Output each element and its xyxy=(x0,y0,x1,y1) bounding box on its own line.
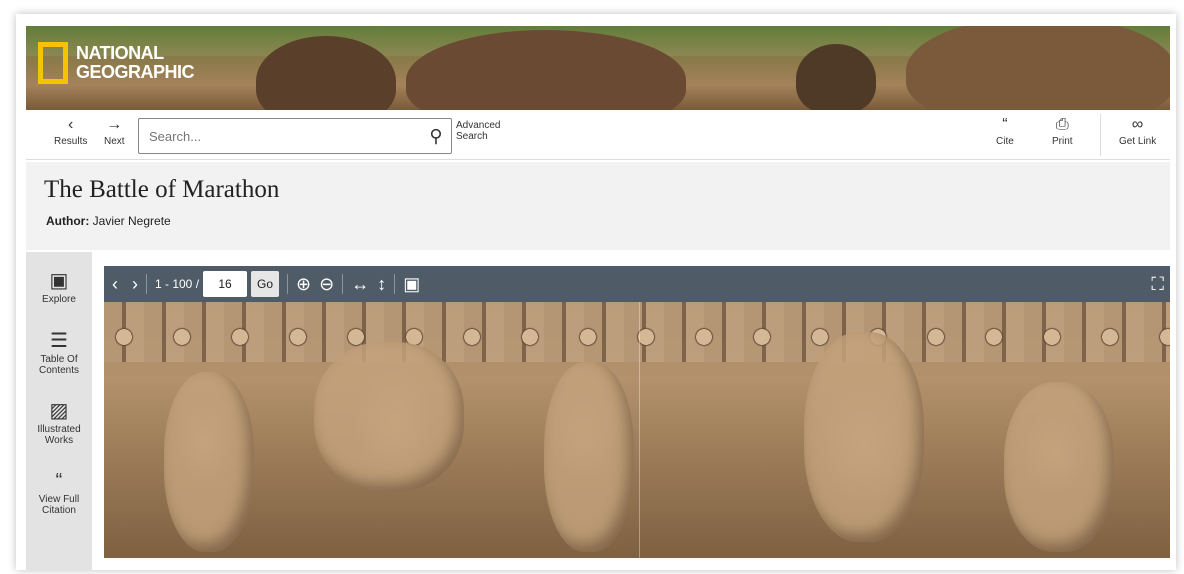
toolbar-divider xyxy=(1100,114,1101,156)
relief-figure xyxy=(1004,382,1114,552)
results-button[interactable]: ‹ Results xyxy=(54,116,87,147)
search-input[interactable] xyxy=(139,128,421,144)
cite-label: Cite xyxy=(996,136,1014,147)
chevron-left-icon: ‹ xyxy=(68,116,74,133)
document-viewer: ‹ › 1 - 100 / Go ⊕ ⊖ ↔ ↕ ▣ ⛶ xyxy=(104,266,1170,558)
get-link-label: Get Link xyxy=(1119,136,1157,147)
fullscreen-icon[interactable]: ⛶ xyxy=(1151,274,1164,295)
viewer-divider xyxy=(146,274,147,294)
author-line: Author: Javier Negrete xyxy=(46,214,171,228)
header-banner: NATIONAL GEOGRAPHIC xyxy=(26,26,1170,110)
banner-elephant xyxy=(796,44,876,110)
fit-height-icon[interactable]: ↕ xyxy=(377,274,386,295)
logo-yellow-frame xyxy=(38,42,68,84)
relief-figure xyxy=(164,372,254,552)
page-image[interactable] xyxy=(104,302,1170,558)
search-icon[interactable]: ⚲ xyxy=(421,126,451,147)
viewer-toolbar: ‹ › 1 - 100 / Go ⊕ ⊖ ↔ ↕ ▣ ⛶ xyxy=(104,266,1170,302)
binoculars-icon: ▣ xyxy=(49,270,69,292)
print-icon: ⎙ xyxy=(1055,116,1069,133)
rail-item-view-full-citation[interactable]: “ View Full Citation xyxy=(26,470,92,516)
next-label: Next xyxy=(104,136,125,147)
page-seam xyxy=(639,302,640,558)
author-name: Javier Negrete xyxy=(92,214,171,228)
search-box[interactable]: ⚲ xyxy=(138,118,452,154)
author-label: Author: xyxy=(46,214,90,228)
viewer-divider xyxy=(394,274,396,294)
left-rail: ▣ Explore ☰ Table Of Contents ▨ Illustra… xyxy=(26,252,92,570)
list-icon: ☰ xyxy=(50,330,68,352)
zoom-out-icon[interactable]: ⊖ xyxy=(319,274,334,295)
next-page-icon[interactable]: › xyxy=(132,274,138,295)
go-button[interactable]: Go xyxy=(251,271,280,297)
print-label: Print xyxy=(1052,136,1073,147)
next-button[interactable]: → Next xyxy=(104,116,125,147)
relief-figure xyxy=(804,332,924,542)
nat-geo-logo[interactable]: NATIONAL GEOGRAPHIC xyxy=(38,42,195,84)
relief-figure xyxy=(544,362,634,552)
page-number-input[interactable] xyxy=(203,271,248,297)
rail-item-illustrated-works[interactable]: ▨ Illustrated Works xyxy=(26,400,92,446)
viewer-divider xyxy=(342,274,344,294)
page-title: The Battle of Marathon xyxy=(44,176,280,203)
app-frame: NATIONAL GEOGRAPHIC ‹ Results → Next ⚲ A… xyxy=(16,14,1176,570)
cite-icon: “ xyxy=(1002,116,1008,133)
logo-line-1: NATIONAL xyxy=(76,43,164,63)
viewer-divider xyxy=(287,274,289,294)
prev-page-icon[interactable]: ‹ xyxy=(112,274,118,295)
relief-figure xyxy=(314,342,464,492)
logo-line-2: GEOGRAPHIC xyxy=(76,62,195,82)
cite-button[interactable]: “ Cite xyxy=(996,116,1014,147)
relief-beads xyxy=(104,322,1170,352)
banner-elephant xyxy=(906,26,1170,110)
page-range-label: 1 - 100 / xyxy=(155,277,200,291)
image-view-icon[interactable]: ▣ xyxy=(403,274,420,295)
zoom-in-icon[interactable]: ⊕ xyxy=(296,274,311,295)
image-icon: ▨ xyxy=(49,400,69,422)
advanced-search-link[interactable]: Advanced Search xyxy=(456,120,500,142)
fit-width-icon[interactable]: ↔ xyxy=(351,274,369,295)
toolbar: ‹ Results → Next ⚲ Advanced Search “ Cit… xyxy=(26,110,1170,160)
link-icon: ∞ xyxy=(1131,116,1144,133)
rail-item-explore[interactable]: ▣ Explore xyxy=(26,270,92,305)
rail-item-table-of-contents[interactable]: ☰ Table Of Contents xyxy=(26,330,92,376)
results-label: Results xyxy=(54,136,88,147)
quote-icon: “ xyxy=(55,470,63,492)
arrow-right-circle-icon: → xyxy=(106,116,123,133)
get-link-button[interactable]: ∞ Get Link xyxy=(1119,116,1156,147)
document-header: The Battle of Marathon Author: Javier Ne… xyxy=(26,162,1170,250)
print-button[interactable]: ⎙ Print xyxy=(1052,116,1073,147)
